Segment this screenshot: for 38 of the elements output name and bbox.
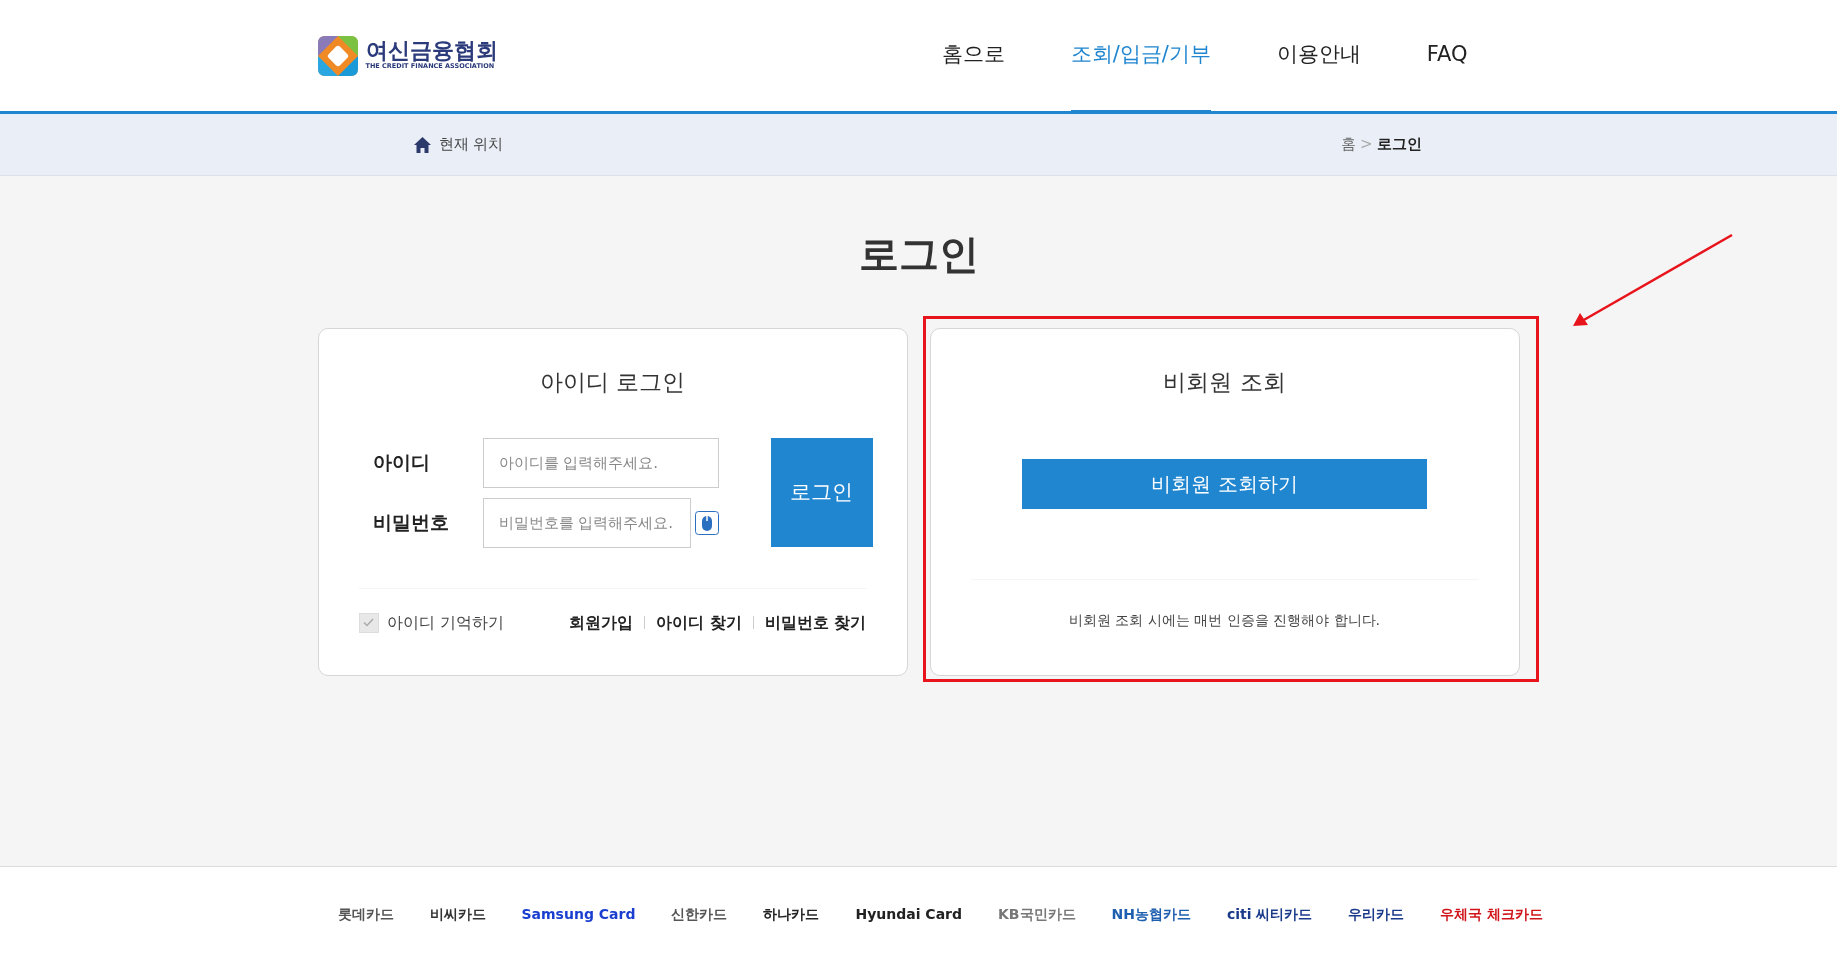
- breadcrumb-link[interactable]: 홈: [1340, 133, 1356, 156]
- mouse-icon[interactable]: [694, 510, 719, 535]
- checkbox-label: 아이디 기억하기: [386, 611, 504, 634]
- notice-text: 비회원 조회 시에는 매번 인증을 진행해야 합니다.: [1068, 610, 1381, 630]
- card-brand-logo: Hyundai Card: [855, 905, 962, 924]
- card-brand-logo: NH농협카드: [1111, 905, 1191, 924]
- password-field[interactable]: 비밀번호를 입력해주세요.: [482, 497, 691, 548]
- logo-icon: [317, 35, 358, 76]
- card-brand-logo: 신한카드: [671, 905, 728, 924]
- card-brand-logo: 하나카드: [763, 905, 820, 924]
- id-field[interactable]: 아이디를 입력해주세요.: [482, 437, 719, 488]
- card-brand-logo: 우리카드: [1348, 905, 1405, 924]
- checkmark-icon: [363, 618, 374, 627]
- card-brand-logo: citi 씨티카드: [1227, 905, 1313, 924]
- card-brand-logo: 우체국 체크카드: [1440, 905, 1544, 924]
- remember-checkbox[interactable]: [358, 612, 379, 633]
- account-link[interactable]: 아이디 찾기: [656, 610, 742, 635]
- account-link[interactable]: 회원가입: [569, 610, 634, 635]
- page-title: 로그인: [858, 230, 979, 278]
- guest-lookup-button[interactable]: 비회원 조회하기: [1022, 458, 1427, 509]
- home-icon: [413, 136, 431, 153]
- breadcrumb-separator: >: [1359, 134, 1373, 156]
- card-title: 아이디 로그인: [538, 368, 687, 397]
- logo-name: 여신금융협회: [365, 39, 498, 63]
- nav-tab[interactable]: 이용안내: [1276, 0, 1361, 114]
- breadcrumb-label: 현재 위치: [438, 134, 504, 156]
- nav-tab[interactable]: FAQ: [1426, 0, 1468, 114]
- field-label: 아이디: [372, 450, 431, 476]
- card-title: 비회원 조회: [1163, 368, 1286, 397]
- account-link[interactable]: 비밀번호 찾기: [764, 610, 867, 635]
- card-brand-logo: Samsung Card: [521, 905, 636, 924]
- breadcrumb-current: 로그인: [1376, 134, 1422, 156]
- field-label: 비밀번호: [372, 510, 450, 536]
- nav-tab[interactable]: 홈으로: [941, 0, 1005, 114]
- login-button[interactable]: 로그인: [770, 438, 873, 547]
- card-brand-logo: KB국민카드: [998, 905, 1076, 924]
- card-brand-logo: 비씨카드: [429, 905, 486, 924]
- card-brand-logo: 롯데카드: [337, 905, 394, 924]
